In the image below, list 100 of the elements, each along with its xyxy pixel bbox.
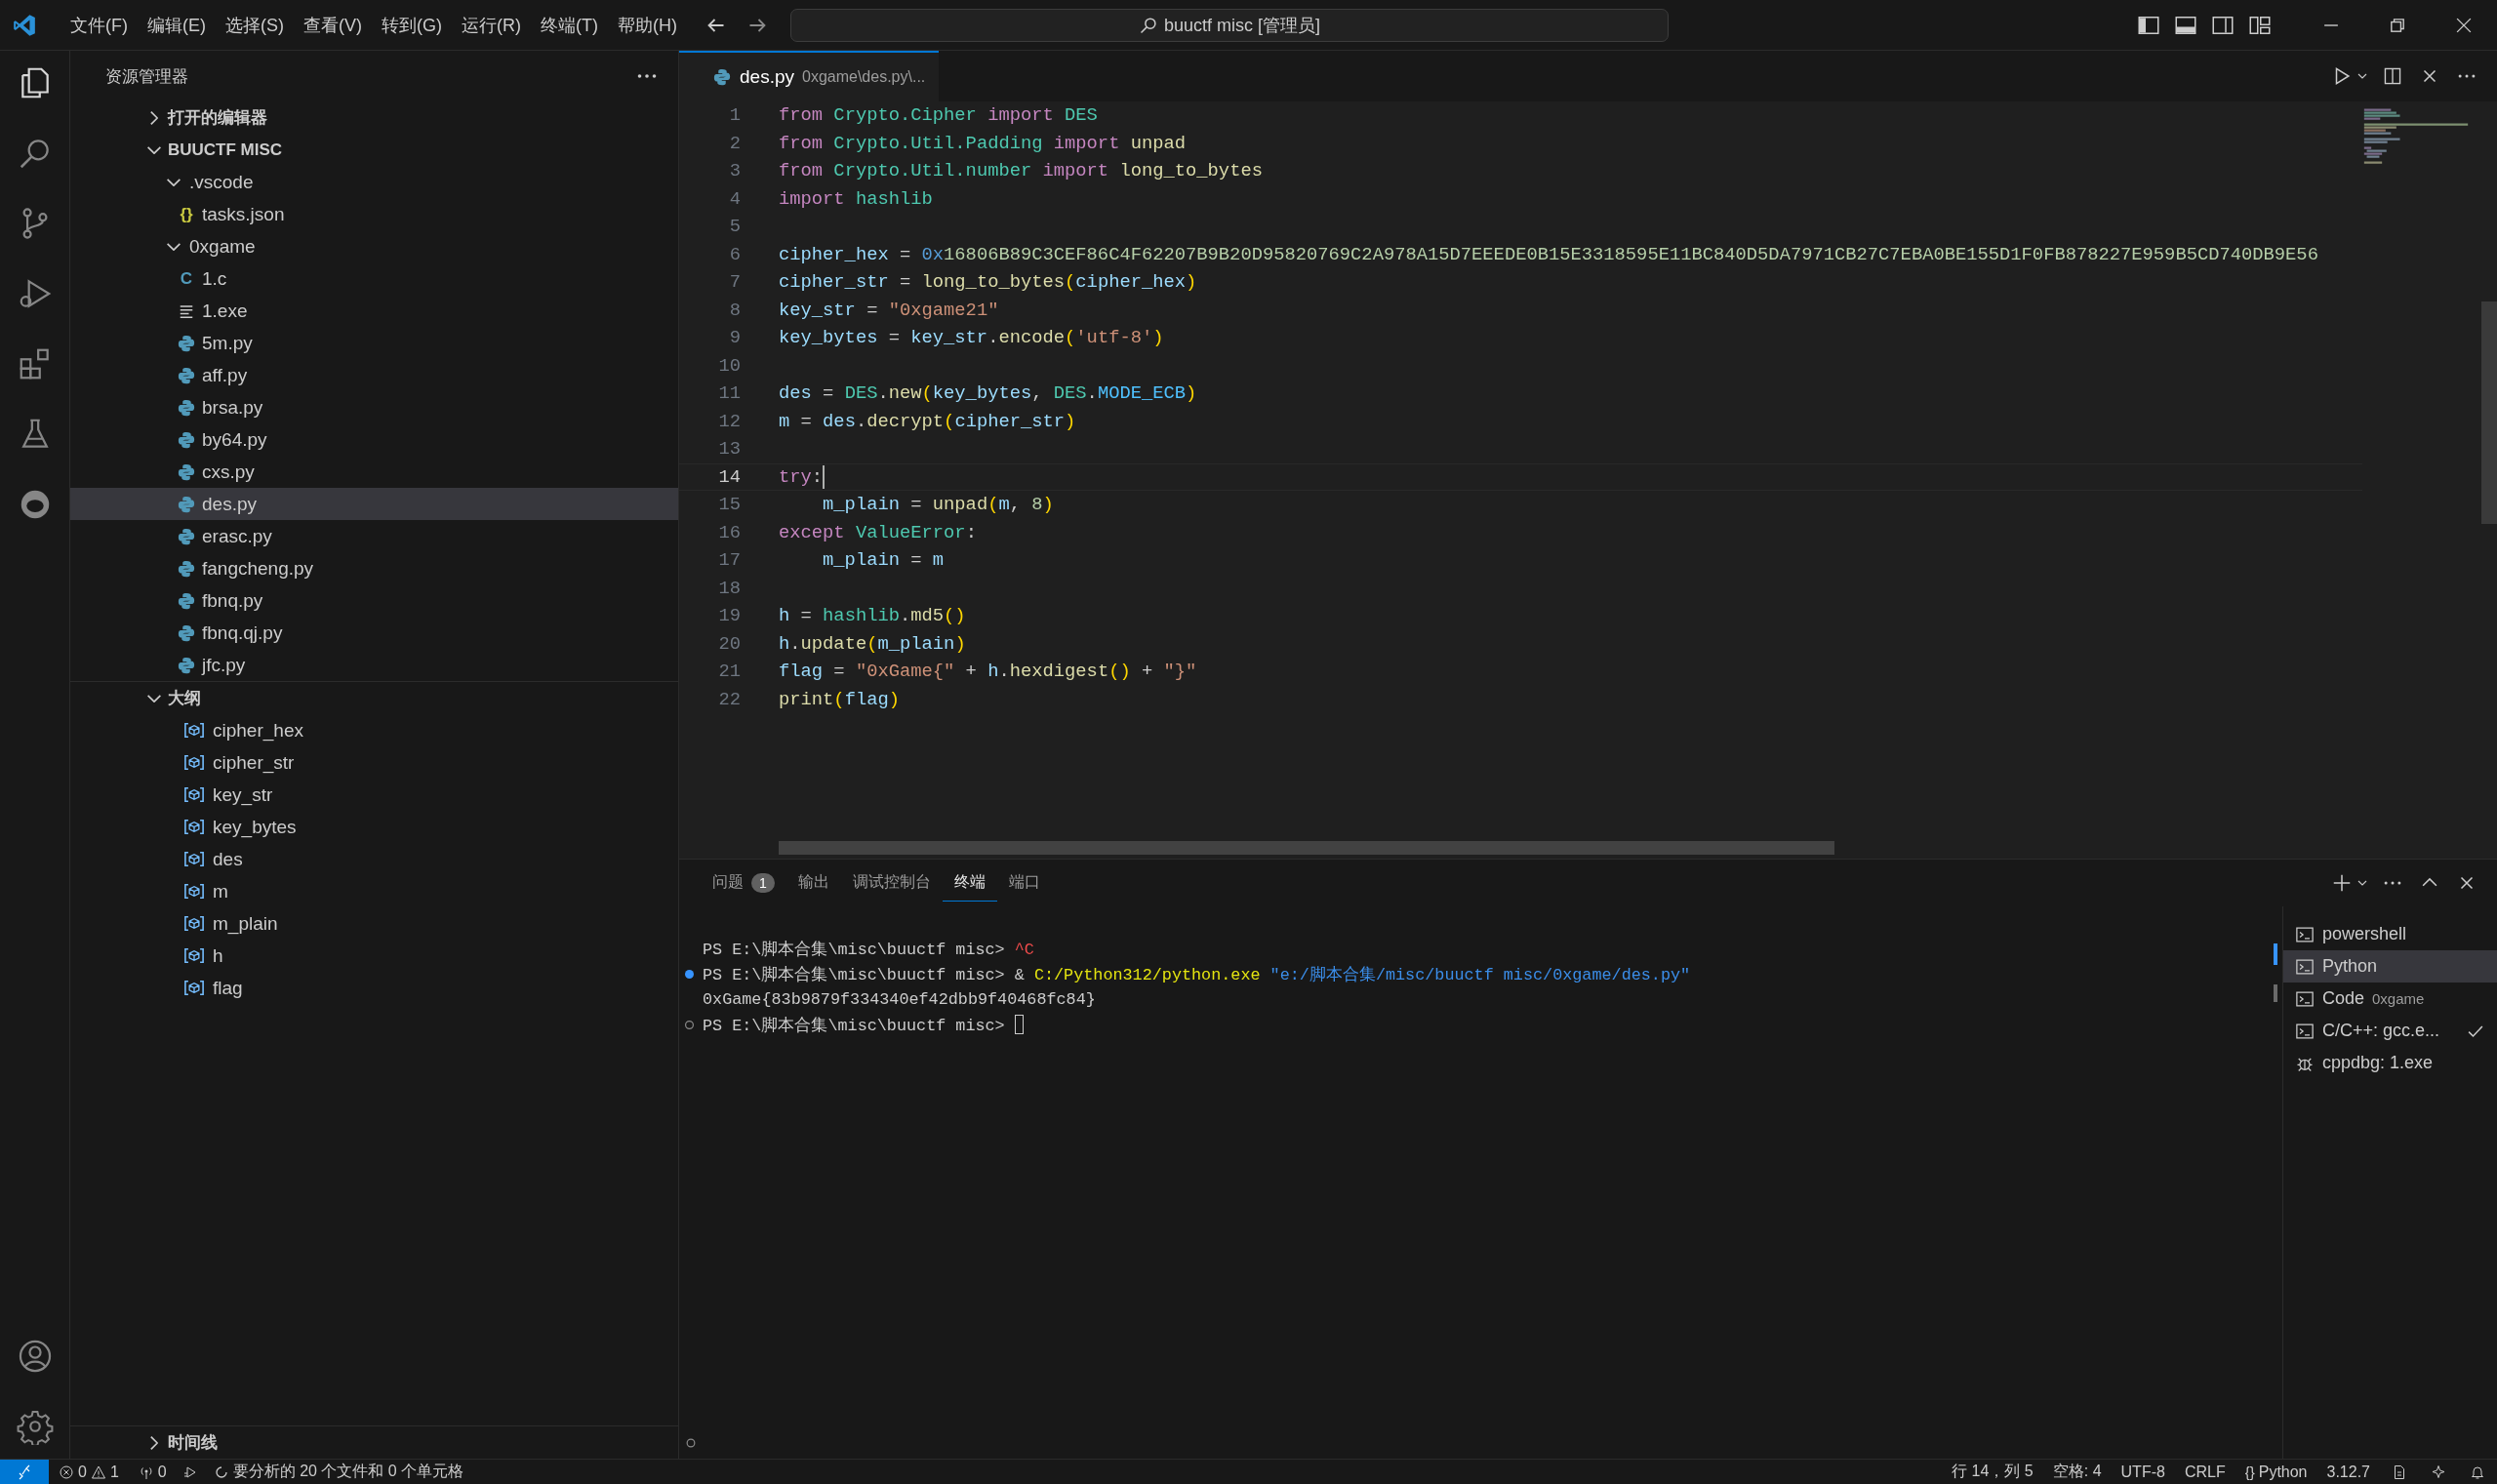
- outline-item[interactable]: flag: [70, 972, 678, 1004]
- folder-item[interactable]: 0xgame: [70, 230, 678, 262]
- terminal-item[interactable]: Code 0xgame: [2283, 983, 2497, 1015]
- variable-icon: [183, 851, 205, 867]
- file-item[interactable]: 5m.py: [70, 327, 678, 359]
- menu-item[interactable]: 运行(R): [452, 7, 531, 43]
- file-item[interactable]: fbnq.py: [70, 584, 678, 617]
- terminal-icon: [2295, 924, 2315, 944]
- folder-item[interactable]: .vscode: [70, 166, 678, 198]
- code-line: except ValueError:: [779, 521, 977, 543]
- command-center[interactable]: buuctf misc [管理员]: [789, 8, 1669, 42]
- panel-tab[interactable]: 输出: [785, 864, 841, 902]
- terminal-item[interactable]: powershell: [2283, 918, 2497, 950]
- app-logo-icon[interactable]: [12, 12, 37, 38]
- python-file-icon: [177, 558, 196, 579]
- panel-tab[interactable]: 终端: [942, 864, 997, 902]
- ports-status[interactable]: 0: [128, 1463, 177, 1481]
- c-file-icon: C: [177, 268, 196, 289]
- problems-status[interactable]: 0 1: [49, 1463, 129, 1481]
- code-line: key_str = "0xgame21": [779, 299, 999, 321]
- remote-button[interactable]: [0, 1459, 49, 1484]
- code-line: flag = "0xGame{" + h.hexdigest() + "}": [779, 661, 1197, 683]
- file-item[interactable]: des.py: [70, 488, 678, 520]
- outline-item[interactable]: cipher_hex: [70, 714, 678, 746]
- outline-item[interactable]: h: [70, 940, 678, 972]
- code-line: h.update(m_plain): [779, 632, 966, 655]
- outline-item[interactable]: key_bytes: [70, 811, 678, 843]
- line-number: 18: [717, 577, 741, 599]
- python-file-icon: [712, 67, 732, 87]
- line-number: 9: [728, 327, 741, 349]
- panel-tab[interactable]: 端口: [996, 864, 1052, 902]
- line-number: 21: [717, 661, 741, 683]
- variable-icon: [183, 786, 205, 803]
- code-line: from Crypto.Util.number import long_to_bytes: [779, 160, 1263, 182]
- document-icon[interactable]: [2392, 1464, 2407, 1480]
- file-item[interactable]: by64.py: [70, 423, 678, 456]
- menu-item[interactable]: 选择(S): [216, 7, 294, 43]
- line-number: 1: [728, 104, 741, 127]
- menu-item[interactable]: 查看(V): [294, 7, 372, 43]
- menu-item[interactable]: 编辑(E): [138, 7, 216, 43]
- interpreter-status[interactable]: 3.12.7: [2316, 1463, 2380, 1481]
- file-item[interactable]: C 1.c: [70, 262, 678, 295]
- sidebar-title: 资源管理器: [105, 65, 189, 88]
- file-item[interactable]: erasc.py: [70, 520, 678, 552]
- status-dot-icon[interactable]: [685, 969, 694, 979]
- terminal-item[interactable]: cppdbg: 1.exe: [2283, 1047, 2497, 1079]
- variable-icon: [183, 980, 205, 996]
- menu-item[interactable]: 帮助(H): [607, 7, 687, 43]
- settings-icon[interactable]: [16, 1408, 54, 1445]
- code-line: cipher_hex = 0x16806B89C3CEF86C4F62207B9B20D95820769C2A978A15D7EEEDE0B15E3318595E11BC840D5DA7971CB27C7EBA0BE155D1F0FB878227E959B5CD740DB9E56: [779, 243, 2318, 265]
- count-badge: 1: [751, 872, 775, 893]
- outline-item[interactable]: key_str: [70, 779, 678, 811]
- section-header[interactable]: BUUCTF MISC: [70, 134, 678, 166]
- terminal-item[interactable]: C/C++: gcc.e...: [2283, 1015, 2497, 1047]
- outline-item[interactable]: m_plain: [70, 907, 678, 940]
- panel-tab[interactable]: 问题 1: [701, 864, 786, 902]
- outline-item[interactable]: cipher_str: [70, 746, 678, 779]
- json-file-icon: {}: [177, 204, 196, 224]
- file-item[interactable]: {} tasks.json: [70, 198, 678, 230]
- encoding-status[interactable]: UTF-8: [2111, 1463, 2175, 1481]
- scrollbar-thumb[interactable]: [2481, 301, 2497, 524]
- scrollbar-thumb[interactable]: [779, 841, 1834, 855]
- file-item[interactable]: cxs.py: [70, 456, 678, 488]
- python-file-icon: [177, 622, 196, 643]
- run-icon[interactable]: [181, 1464, 198, 1480]
- terminal-item[interactable]: Python: [2283, 950, 2497, 983]
- analysis-status[interactable]: 要分析的 20 个文件和 0 个单元格: [203, 1462, 474, 1482]
- cursor-position[interactable]: 行 14，列 5: [1942, 1462, 2043, 1482]
- terminal-line: PS E:\脚本合集\misc\buuctf misc> ^C: [703, 939, 1034, 960]
- file-item[interactable]: aff.py: [70, 359, 678, 391]
- menu-item[interactable]: 文件(F): [60, 7, 138, 43]
- outline-item[interactable]: des: [70, 843, 678, 875]
- bell-icon[interactable]: [2470, 1464, 2485, 1480]
- menu-item[interactable]: 转到(G): [372, 7, 452, 43]
- code-line: m_plain = m: [822, 549, 945, 572]
- file-item[interactable]: jfc.py: [70, 649, 678, 681]
- section-header[interactable]: 大纲: [70, 681, 678, 714]
- code-line: from Crypto.Util.Padding import unpad: [779, 132, 1187, 154]
- status-circle-icon[interactable]: [685, 1020, 694, 1029]
- minimap[interactable]: [2362, 107, 2470, 166]
- panel-tab[interactable]: 调试控制台: [840, 864, 943, 902]
- line-number: 12: [717, 410, 741, 432]
- file-item[interactable]: brsa.py: [70, 391, 678, 423]
- editor-tab[interactable]: des.py 0xgame\des.py\...: [679, 51, 940, 101]
- file-item[interactable]: fbnq.qj.py: [70, 617, 678, 649]
- menu-item[interactable]: 终端(T): [531, 7, 608, 43]
- line-ending-status[interactable]: CRLF: [2174, 1463, 2235, 1481]
- section-header[interactable]: 时间线: [70, 1425, 678, 1459]
- file-item[interactable]: 1.exe: [70, 295, 678, 327]
- plus-icon[interactable]: [2331, 872, 2353, 894]
- indentation-status[interactable]: 空格: 4: [2042, 1462, 2112, 1482]
- sparkle-icon[interactable]: [2431, 1464, 2446, 1480]
- code-line: cipher_str = long_to_bytes(cipher_hex): [779, 271, 1197, 294]
- language-status[interactable]: {} Python: [2235, 1463, 2317, 1481]
- section-header[interactable]: 打开的编辑器: [70, 101, 678, 134]
- line-number: 4: [728, 187, 741, 210]
- outline-item[interactable]: m: [70, 875, 678, 907]
- file-item[interactable]: fangcheng.py: [70, 552, 678, 584]
- code-line: print(flag): [779, 688, 900, 710]
- split-editor-icon[interactable]: [2382, 65, 2403, 87]
